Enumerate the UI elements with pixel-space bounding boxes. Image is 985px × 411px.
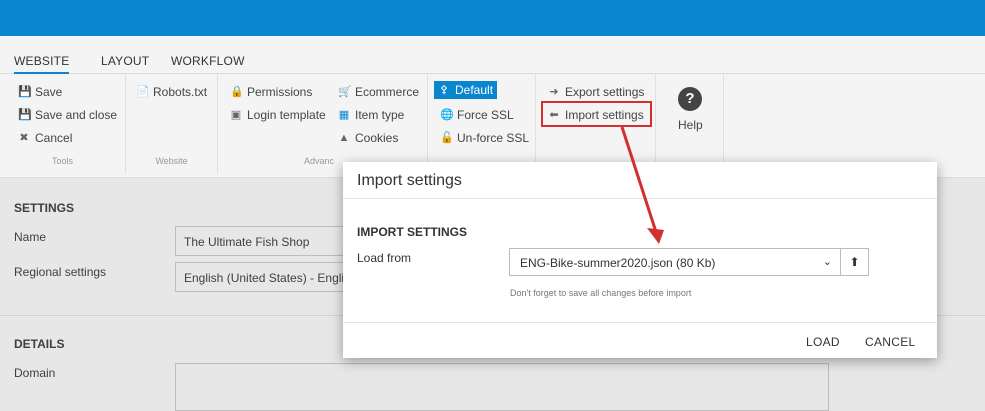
- annotation-arrow: [620, 126, 664, 244]
